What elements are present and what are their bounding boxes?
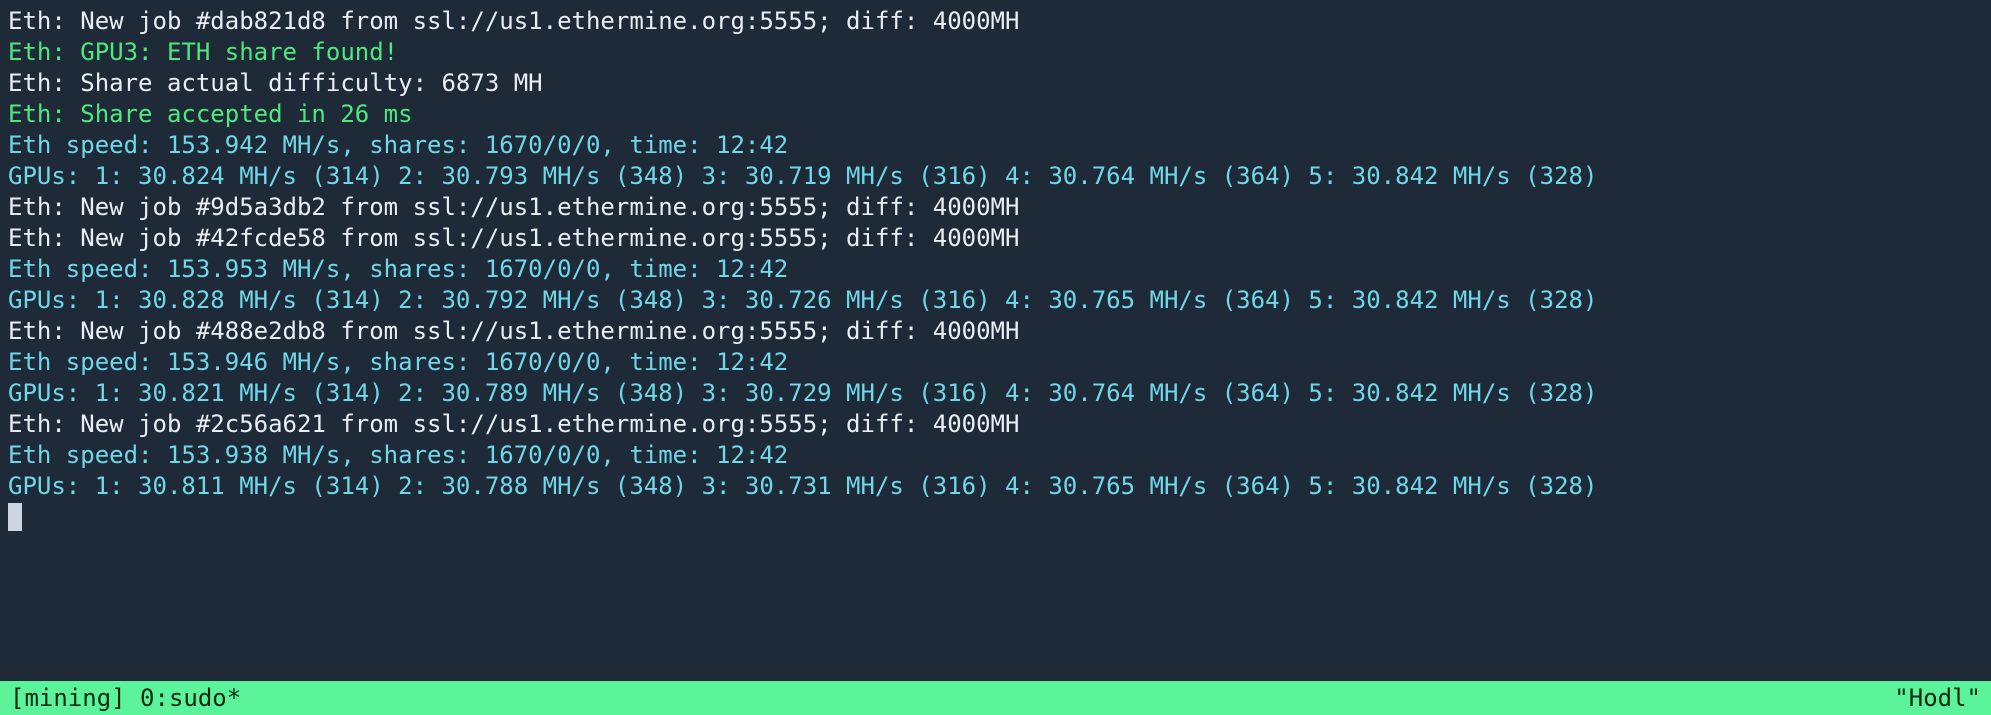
terminal-window[interactable]: Eth: New job #dab821d8 from ssl://us1.et…: [0, 0, 1991, 715]
log-line: Eth: New job #42fcde58 from ssl://us1.et…: [8, 223, 1983, 254]
tmux-statusbar: [mining] 0:sudo* "Hodl": [0, 681, 1991, 715]
log-line: Eth speed: 153.946 MH/s, shares: 1670/0/…: [8, 347, 1983, 378]
log-line: Eth: New job #dab821d8 from ssl://us1.et…: [8, 6, 1983, 37]
log-line: Eth: New job #9d5a3db2 from ssl://us1.et…: [8, 192, 1983, 223]
statusbar-hostname: "Hodl": [1894, 683, 1981, 714]
log-line: GPUs: 1: 30.824 MH/s (314) 2: 30.793 MH/…: [8, 161, 1983, 192]
cursor-icon: [8, 503, 22, 531]
statusbar-session-window: [mining] 0:sudo*: [10, 683, 241, 714]
log-line: Eth speed: 153.938 MH/s, shares: 1670/0/…: [8, 440, 1983, 471]
log-line: Eth: New job #2c56a621 from ssl://us1.et…: [8, 409, 1983, 440]
log-line: GPUs: 1: 30.811 MH/s (314) 2: 30.788 MH/…: [8, 471, 1983, 502]
log-line: Eth speed: 153.942 MH/s, shares: 1670/0/…: [8, 130, 1983, 161]
log-line: Eth speed: 153.953 MH/s, shares: 1670/0/…: [8, 254, 1983, 285]
terminal-output: Eth: New job #dab821d8 from ssl://us1.et…: [8, 6, 1983, 681]
log-line: Eth: Share actual difficulty: 6873 MH: [8, 68, 1983, 99]
log-line: Eth: Share accepted in 26 ms: [8, 99, 1983, 130]
log-line: Eth: GPU3: ETH share found!: [8, 37, 1983, 68]
cursor-line[interactable]: [8, 502, 1983, 533]
log-line: GPUs: 1: 30.828 MH/s (314) 2: 30.792 MH/…: [8, 285, 1983, 316]
log-line: Eth: New job #488e2db8 from ssl://us1.et…: [8, 316, 1983, 347]
log-line: GPUs: 1: 30.821 MH/s (314) 2: 30.789 MH/…: [8, 378, 1983, 409]
